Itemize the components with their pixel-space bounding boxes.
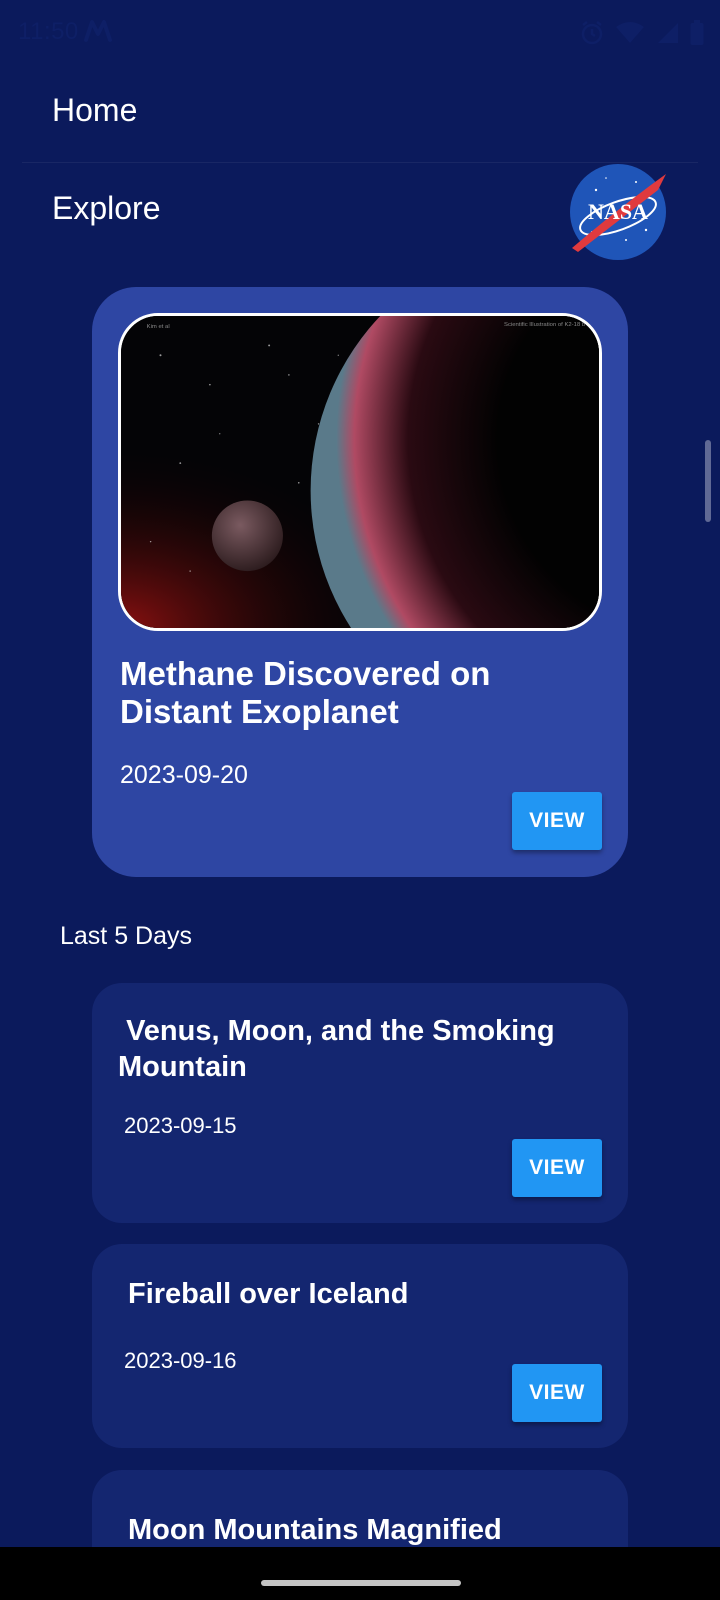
list-item-date: 2023-09-15	[124, 1113, 237, 1138]
alarm-icon	[581, 21, 603, 45]
list-item-title: Venus, Moon, and the Smoking Mountain	[118, 1015, 563, 1083]
featured-image: Kim et al Scientific Illustration of K2-…	[118, 313, 602, 631]
home-indicator[interactable]	[261, 1580, 461, 1586]
navigation-bar	[0, 1547, 720, 1600]
list-item-title: Fireball over Iceland	[128, 1278, 409, 1310]
scrollbar[interactable]	[705, 440, 711, 522]
featured-card[interactable]: Kim et al Scientific Illustration of K2-…	[92, 287, 628, 877]
carrier-m-icon	[84, 20, 112, 42]
status-time: 11:50	[18, 18, 79, 45]
featured-title: Methane Discovered on Distant Exoplanet	[120, 655, 491, 730]
list-item[interactable]: Venus, Moon, and the Smoking Mountain 20…	[92, 983, 628, 1223]
nasa-logo-text: NASA	[588, 199, 648, 224]
wifi-icon	[616, 22, 644, 43]
image-credit-left: Kim et al	[147, 324, 170, 330]
status-icons	[580, 18, 704, 48]
status-bar: 11:50	[0, 0, 720, 66]
app-screen: 11:50 Home Explore NASA Kim et al Scient…	[0, 0, 720, 1600]
featured-view-button[interactable]: VIEW	[512, 792, 602, 850]
list-item-view-button[interactable]: VIEW	[512, 1364, 602, 1422]
nav-item-explore[interactable]: Explore	[52, 190, 161, 227]
list-item-date: 2023-09-16	[124, 1348, 237, 1373]
list-item-title: Moon Mountains Magnified	[128, 1514, 502, 1546]
section-label-last-5-days: Last 5 Days	[60, 922, 193, 950]
signal-icon	[658, 23, 678, 43]
nav-item-home[interactable]: Home	[52, 92, 137, 129]
exoplanet-illustration: Kim et al Scientific Illustration of K2-…	[121, 316, 599, 628]
featured-date: 2023-09-20	[120, 761, 248, 789]
list-item[interactable]: Fireball over Iceland 2023-09-16 VIEW	[92, 1244, 628, 1448]
nasa-logo: NASA	[570, 164, 666, 260]
list-item-view-button[interactable]: VIEW	[512, 1139, 602, 1197]
image-credit-right: Scientific Illustration of K2-18 b	[504, 322, 586, 328]
battery-icon	[690, 20, 704, 45]
